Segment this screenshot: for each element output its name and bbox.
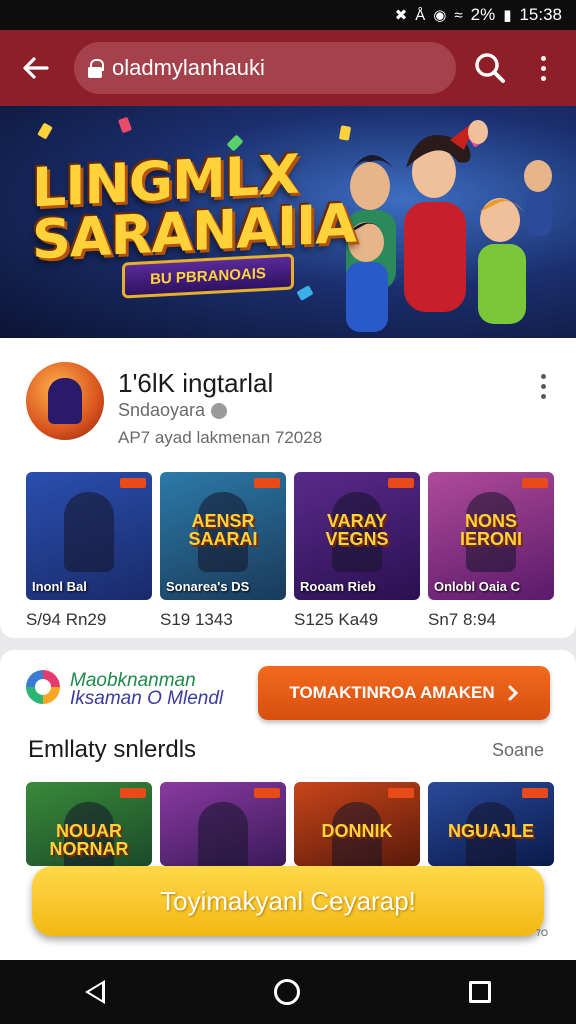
footnote: 7O [536,928,549,938]
tile-price: S125 Ka49 [294,610,379,629]
url-bar[interactable]: oladmylanhauki [74,42,456,94]
back-button[interactable] [0,30,72,106]
tile-art-text: NOUAR NORNAR [49,821,129,859]
app-developer[interactable]: Sndaoyara [118,400,228,421]
status-bar: ✖ Å ◉ ≈ 2% ▮ 15:38 [0,0,576,30]
dot-icon [540,65,546,71]
dot-icon [540,75,546,81]
search-button[interactable] [470,48,510,88]
hero-title-line2: SARANAIIA [32,191,357,272]
game-thumbnail[interactable]: VARAY VEGNS Rooam Rieb [294,472,420,600]
game-thumbnail[interactable]: Inonl Bal [26,472,152,600]
featured-games-row: NOUAR NORNAR DONNIK NGUAJLE [26,782,556,866]
search-icon [475,53,505,83]
nav-recents-icon[interactable] [469,981,492,1003]
hero-banner[interactable]: LINGMLX SARANAIIA BU PBRANOAIS [0,106,576,338]
tile-name: Rooam Rieb [300,579,376,594]
floating-cta-button[interactable]: Toyimakyanl Ceyarap! [32,866,544,936]
game-tile[interactable]: AENSR SAARAI Sonarea's DS S19 1343 [160,472,286,630]
tile-badge [388,478,414,488]
hero-subtitle: BU PBRANOAIS [122,253,294,299]
nfc-icon: ✖ [394,7,408,24]
tile-badge [120,788,146,798]
tile-badge [120,478,146,488]
brand-logo [26,670,60,704]
browser-toolbar: oladmylanhauki [0,30,576,106]
section-see-all-link[interactable]: Soane [492,740,544,761]
brand-name-line2: Iksaman O Mlendl [70,688,224,709]
battery-icon: ▮ [503,7,512,24]
tile-name: Sonarea's DS [166,579,250,594]
chevron-right-icon [508,685,518,701]
clock: 15:38 [519,5,562,24]
tile-art-text: NGUAJLE [447,821,534,841]
tile-art-text: NONS IERONI [459,511,522,549]
game-tile[interactable]: NONS IERONI Onlobl Oaia C Sn7 8:94 [428,472,554,630]
lock-icon [88,59,104,78]
character-illustration [198,802,248,866]
tile-name: Inonl Bal [32,579,87,594]
game-tile[interactable] [160,782,286,866]
game-thumbnail[interactable] [160,782,286,866]
dot-icon [540,374,546,379]
promo-cta-button[interactable]: TOMAKTINROA AMAKEN [258,666,550,720]
tile-price: S19 1343 [160,610,233,629]
tile-badge [254,788,280,798]
nav-back-icon[interactable] [84,980,105,1004]
developer-name: Sndaoyara [118,400,206,420]
top-games-row: Inonl Bal S/94 Rn29 AENSR SAARAI Sonarea's … [26,472,556,630]
hero-title: LINGMLX SARANAIIA [32,143,357,272]
game-thumbnail[interactable]: NGUAJLE [428,782,554,866]
tile-badge [254,478,280,488]
game-tile[interactable]: DONNIK [294,782,420,866]
app-icon[interactable] [26,362,104,440]
app-more-button[interactable] [536,374,550,410]
game-thumbnail[interactable]: NONS IERONI Onlobl Oaia C [428,472,554,600]
promo-cta-label: TOMAKTINROA AMAKEN [289,683,495,702]
tile-price: Sn7 8:94 [428,610,497,629]
system-nav-bar [0,960,576,1024]
tile-badge [522,788,548,798]
tile-badge [388,788,414,798]
game-tile[interactable]: NGUAJLE [428,782,554,866]
game-thumbnail[interactable]: NOUAR NORNAR [26,782,152,866]
overflow-menu-button[interactable] [526,48,560,88]
globe-icon [211,403,228,420]
tile-art-text: AENSR SAARAI [188,511,258,549]
dot-icon [540,384,546,389]
app-card: 1'6lK ingtarlal Sndaoyara AP7 ayad lakme… [0,338,576,638]
tile-badge [522,478,548,488]
game-thumbnail[interactable]: DONNIK [294,782,420,866]
wifi-icon: ≈ [454,6,463,24]
section-title: Emllaty snlerdls [28,736,197,763]
confetti-decoration [117,116,133,134]
shield-icon: ◉ [433,7,447,24]
character-illustration [64,492,114,572]
game-tile[interactable]: Inonl Bal S/94 Rn29 [26,472,152,630]
tile-art-text: VARAY VEGNS [325,511,389,549]
dot-icon [540,394,546,399]
app-name: 1'6lK ingtarlal [118,368,274,398]
url-text: oladmylanhauki [112,55,265,80]
game-tile[interactable]: NOUAR NORNAR [26,782,152,866]
game-tile[interactable]: VARAY VEGNS Rooam Rieb S125 Ka49 [294,472,420,630]
confetti-decoration [37,122,53,140]
tile-art-text: DONNIK [321,821,393,841]
tile-name: Onlobl Oaia C [434,579,520,594]
bluetooth-icon: Å [415,6,426,24]
dot-icon [540,55,546,61]
game-thumbnail[interactable]: AENSR SAARAI Sonarea's DS [160,472,286,600]
tile-price: S/94 Rn29 [26,610,107,629]
app-meta: AP7 ayad lakmenan 72028 [118,428,323,447]
arrow-left-icon [23,57,49,79]
nav-home-icon[interactable] [273,979,300,1005]
battery-text: 2% [470,5,496,24]
